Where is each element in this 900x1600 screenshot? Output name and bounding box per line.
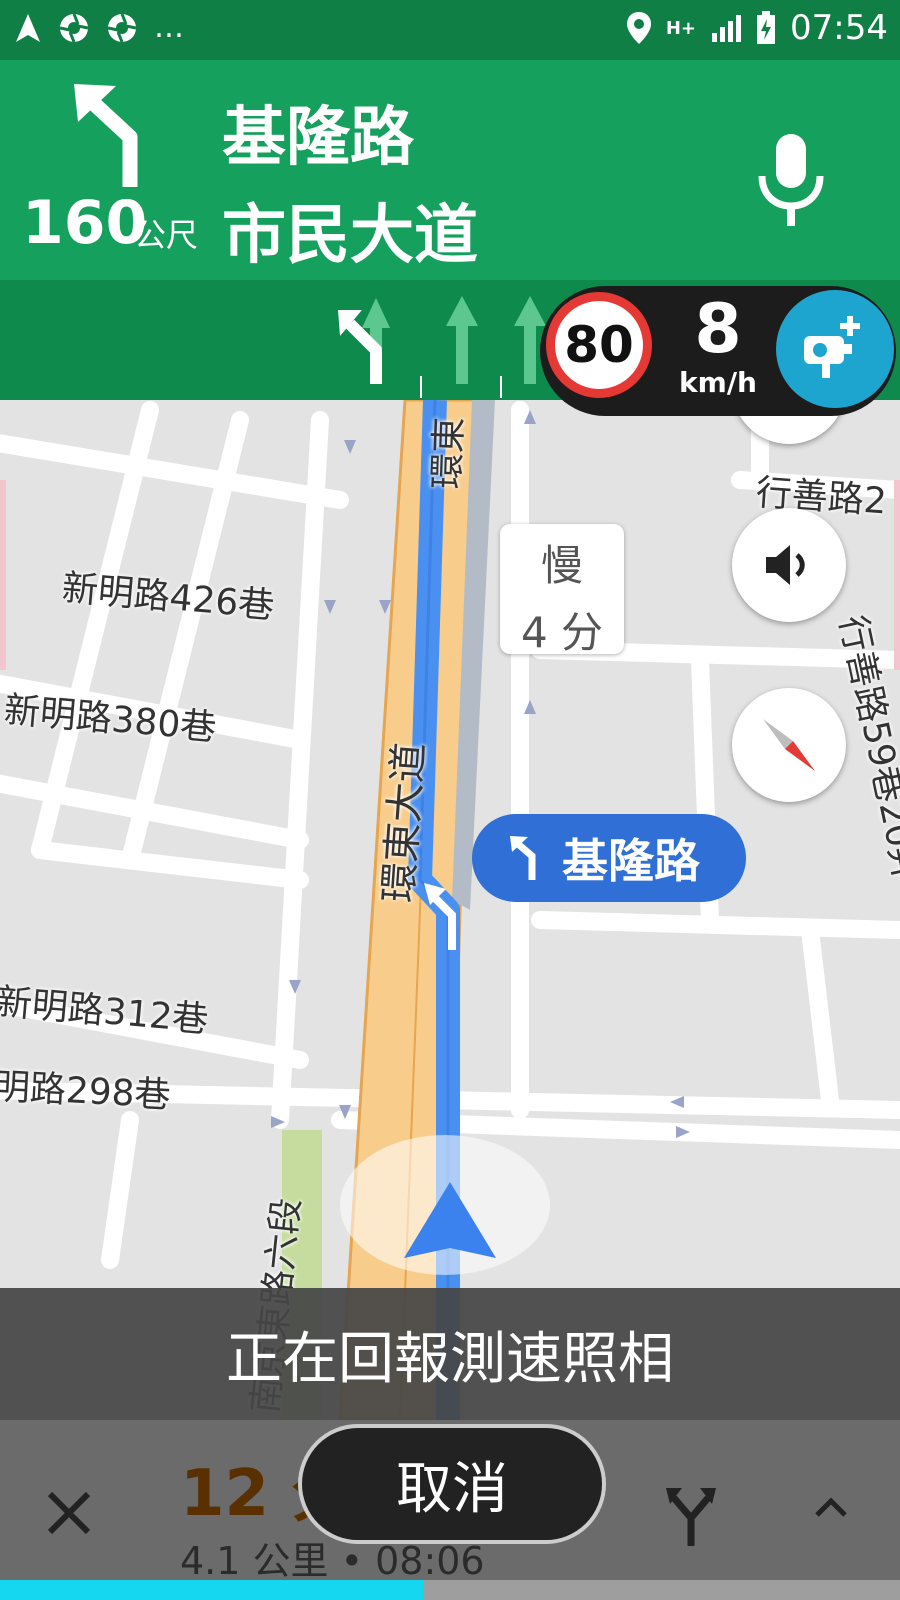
- volume-icon: [766, 545, 805, 585]
- close-icon[interactable]: [46, 1490, 92, 1536]
- route-progress-fill: [0, 1580, 423, 1600]
- current-location-arrow-icon: [404, 1182, 496, 1258]
- reporting-status-banner: 正在回報測速照相: [0, 1288, 900, 1420]
- report-speed-camera-button[interactable]: [776, 290, 894, 408]
- street-label: 環東: [426, 416, 471, 490]
- turn-left-arrow-icon: [510, 836, 536, 880]
- network-type: H+: [665, 17, 697, 39]
- camera-aperture-icon: [107, 12, 137, 43]
- status-left-icons: …: [14, 10, 184, 45]
- distance-unit: 公尺: [134, 216, 199, 254]
- location-icon: [626, 12, 651, 44]
- battery-charging-icon: [757, 11, 776, 44]
- navigation-icon: [16, 13, 40, 42]
- microphone-icon[interactable]: [756, 132, 826, 232]
- status-overflow: …: [154, 10, 184, 45]
- lane-straight-icon: [446, 296, 478, 384]
- turn-left-arrow-icon: [74, 84, 138, 187]
- distance-value: 160: [22, 188, 148, 258]
- lane-left-turn-icon: [338, 298, 390, 384]
- traffic-delay-callout[interactable]: 慢 4 分: [500, 524, 624, 657]
- current-speed: 8: [694, 290, 742, 369]
- lane-divider: [420, 376, 422, 398]
- lane-divider: [500, 376, 502, 398]
- compass-icon: [763, 719, 815, 771]
- street-label: 明路298巷: [0, 1066, 172, 1117]
- next-street-name: 基隆路: [222, 101, 414, 175]
- status-bar: … H+ 07:54: [0, 0, 900, 60]
- speed-unit: km/h: [679, 366, 757, 399]
- delay-label: 慢: [540, 541, 583, 590]
- camera-aperture-icon: [59, 12, 89, 43]
- speed-limit-sign: 80: [546, 292, 652, 398]
- signal-icon: [712, 15, 742, 42]
- cancel-button[interactable]: 取消: [298, 1424, 606, 1544]
- turn-callout[interactable]: 基隆路: [472, 814, 746, 902]
- sound-button[interactable]: [732, 508, 846, 622]
- status-right-icons: H+ 07:54: [626, 8, 888, 48]
- street-label: 環東大道: [375, 741, 434, 904]
- alternate-routes-icon[interactable]: [666, 1484, 716, 1548]
- compass-button[interactable]: [732, 688, 846, 802]
- delay-time: 4 分: [520, 608, 604, 657]
- turn-callout-street: 基隆路: [562, 834, 700, 888]
- current-street-name: 市民大道: [222, 199, 478, 273]
- add-speed-camera-icon: [804, 316, 860, 378]
- chevron-up-icon[interactable]: [814, 1496, 848, 1518]
- status-time: 07:54: [790, 8, 888, 48]
- navigation-header[interactable]: 160 公尺 基隆路 市民大道: [0, 60, 900, 280]
